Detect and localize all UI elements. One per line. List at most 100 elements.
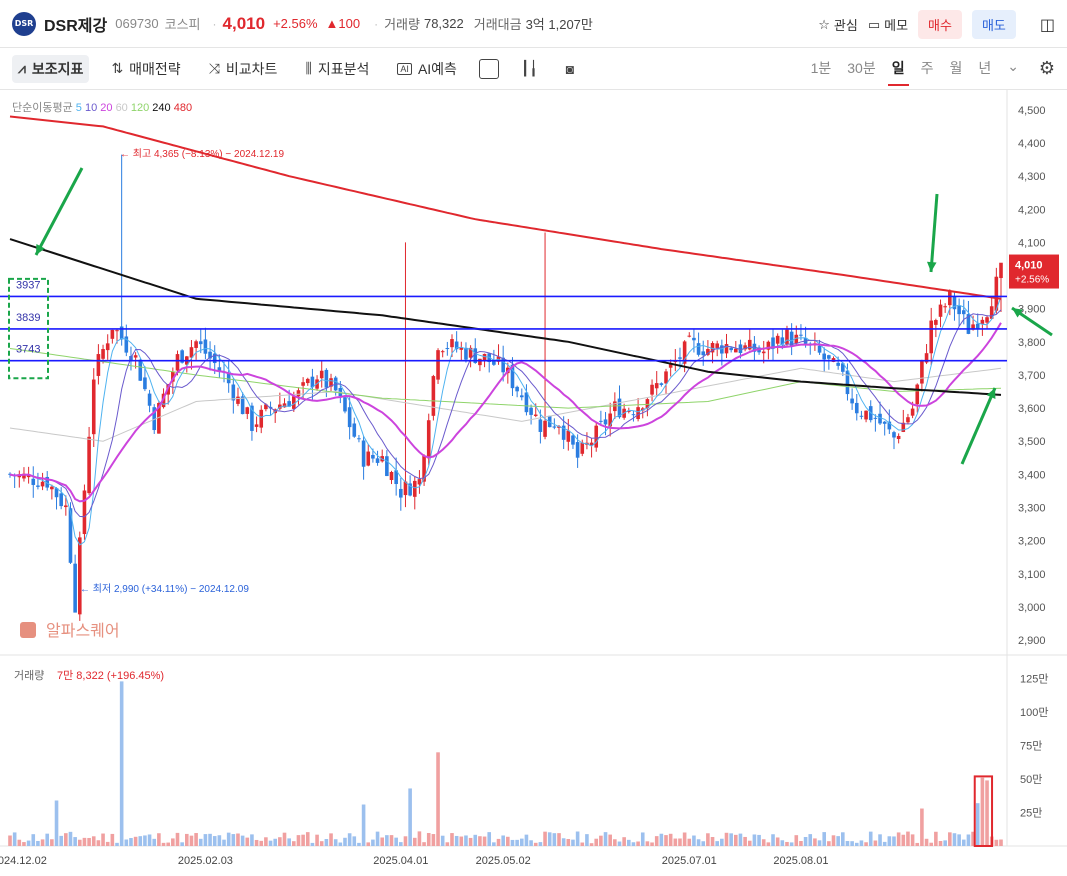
volume-bar [212, 836, 217, 846]
sell-button[interactable]: 매도 [971, 10, 1016, 39]
volume-bar [938, 841, 943, 846]
volume-bar [250, 834, 254, 846]
period-year[interactable]: 년 [978, 58, 991, 78]
candle-body [524, 392, 529, 413]
indicators-button[interactable]: ⩘ 보조지표 [12, 54, 90, 83]
volume-bar [403, 836, 408, 846]
volume-bar [692, 835, 696, 846]
ma480-line [9, 115, 1002, 300]
candle-body [59, 493, 63, 507]
volume-bar [533, 842, 538, 846]
candle-body [864, 410, 868, 420]
y-tick-label: 3,300 [1018, 503, 1046, 515]
candle-body [631, 414, 636, 416]
volume-bar [357, 842, 361, 846]
period-1min[interactable]: 1분 [811, 58, 832, 78]
volume-bar [924, 838, 929, 846]
separator-dot: · [374, 16, 379, 31]
gear-icon[interactable]: ⚙ [1039, 58, 1055, 79]
compare-button[interactable]: ⤨ 비교차트 [203, 55, 284, 83]
period-week[interactable]: 주 [921, 58, 934, 78]
volume-bar [678, 838, 682, 846]
candle-body [198, 341, 203, 345]
candles-icon: ⫼ [305, 60, 312, 76]
volume-bar [589, 843, 594, 846]
volume-bar [882, 841, 887, 846]
volume-bar [706, 833, 710, 846]
last-price-label: 4,010 [1015, 260, 1043, 272]
candle-body [343, 397, 347, 412]
volume-bar [385, 835, 389, 846]
y-tick-label: 3,100 [1018, 569, 1046, 581]
screenshot-button[interactable]: ◙ [560, 57, 580, 81]
candle-body [36, 485, 40, 487]
volume-bar [54, 800, 59, 846]
candle-body [729, 347, 733, 351]
ai-button[interactable]: AI AI예측 [391, 55, 463, 83]
volume-bar [482, 836, 487, 846]
volume-bar [934, 831, 938, 846]
candle-body [650, 384, 654, 395]
period-day[interactable]: 일 [887, 58, 909, 86]
volume-bar [985, 780, 989, 846]
candle-body [87, 436, 91, 494]
candle-body [361, 440, 366, 467]
volume-bar [966, 834, 971, 846]
ai-chip-icon: AI [397, 62, 412, 75]
top-bar: DSR DSR제강 069730 코스피 · 4,010 +2.56% ▲100… [0, 0, 1067, 48]
period-month[interactable]: 월 [949, 58, 962, 78]
y-tick-label: 4,400 [1018, 138, 1046, 150]
candle-body [399, 488, 403, 498]
volume-bar [747, 840, 752, 846]
chevron-down-icon[interactable]: ⌄ [1007, 58, 1019, 78]
volume-bar [915, 842, 920, 846]
volume-bar [161, 842, 166, 846]
period-selector: 1분 30분 일 주 월 년 ⌄ [811, 58, 1019, 86]
candle-body [529, 407, 533, 415]
level-label: 3937 [16, 279, 40, 291]
amount-label: 거래대금 [473, 17, 522, 32]
strategy-button[interactable]: ⇅ 매매전략 [105, 55, 186, 83]
volume-bar [459, 836, 464, 846]
volume-bar [994, 839, 999, 846]
volume-bar [436, 752, 440, 846]
price-chart[interactable]: 4,5004,4004,3004,2004,1004,0003,9003,800… [0, 90, 1067, 876]
volume-bar [878, 834, 882, 846]
memo-button[interactable]: ▭ 메모 [868, 15, 908, 34]
volume-bar [464, 835, 468, 846]
change-amount: ▲100 [325, 16, 361, 31]
volume-bar [315, 834, 319, 846]
candle-body [836, 362, 840, 366]
candle-body [659, 383, 664, 385]
volume-bar [557, 833, 561, 846]
x-tick-label: 2025.04.01 [373, 855, 428, 867]
volume-bar [538, 842, 543, 846]
analysis-button[interactable]: ⫼ 지표분석 [299, 55, 375, 83]
candle-body [91, 379, 96, 435]
volume-value: 78,322 [423, 16, 464, 31]
volume-bar [422, 842, 426, 846]
x-tick-label: 2025.08.01 [773, 855, 828, 867]
volume-bar [273, 838, 277, 846]
change-percent: +2.56% [273, 16, 318, 31]
volume-bar [366, 842, 371, 846]
watch-button[interactable]: ☆ 관심 [818, 15, 858, 34]
candle-type-button[interactable]: ┃╽ [515, 56, 544, 81]
top-actions: ☆ 관심 ▭ 메모 매수 매도 ◫ [818, 10, 1055, 39]
ai-label: AI예측 [417, 60, 457, 77]
volume-bar [487, 832, 492, 846]
period-30min[interactable]: 30분 [847, 58, 875, 78]
volume-bar [240, 835, 245, 846]
candle-body [412, 480, 417, 497]
volume-bar [222, 839, 226, 846]
volume-bar [68, 831, 73, 846]
panel-toggle-icon[interactable]: ◫ [1040, 15, 1055, 35]
candle-body [115, 330, 119, 332]
square-icon[interactable] [478, 58, 499, 79]
volume-bar [264, 837, 268, 846]
x-tick-label: 2025.05.02 [476, 855, 531, 867]
volume-bar [794, 835, 799, 846]
candle-body [571, 435, 575, 445]
level-label: 3839 [16, 312, 40, 324]
buy-button[interactable]: 매수 [918, 10, 962, 39]
